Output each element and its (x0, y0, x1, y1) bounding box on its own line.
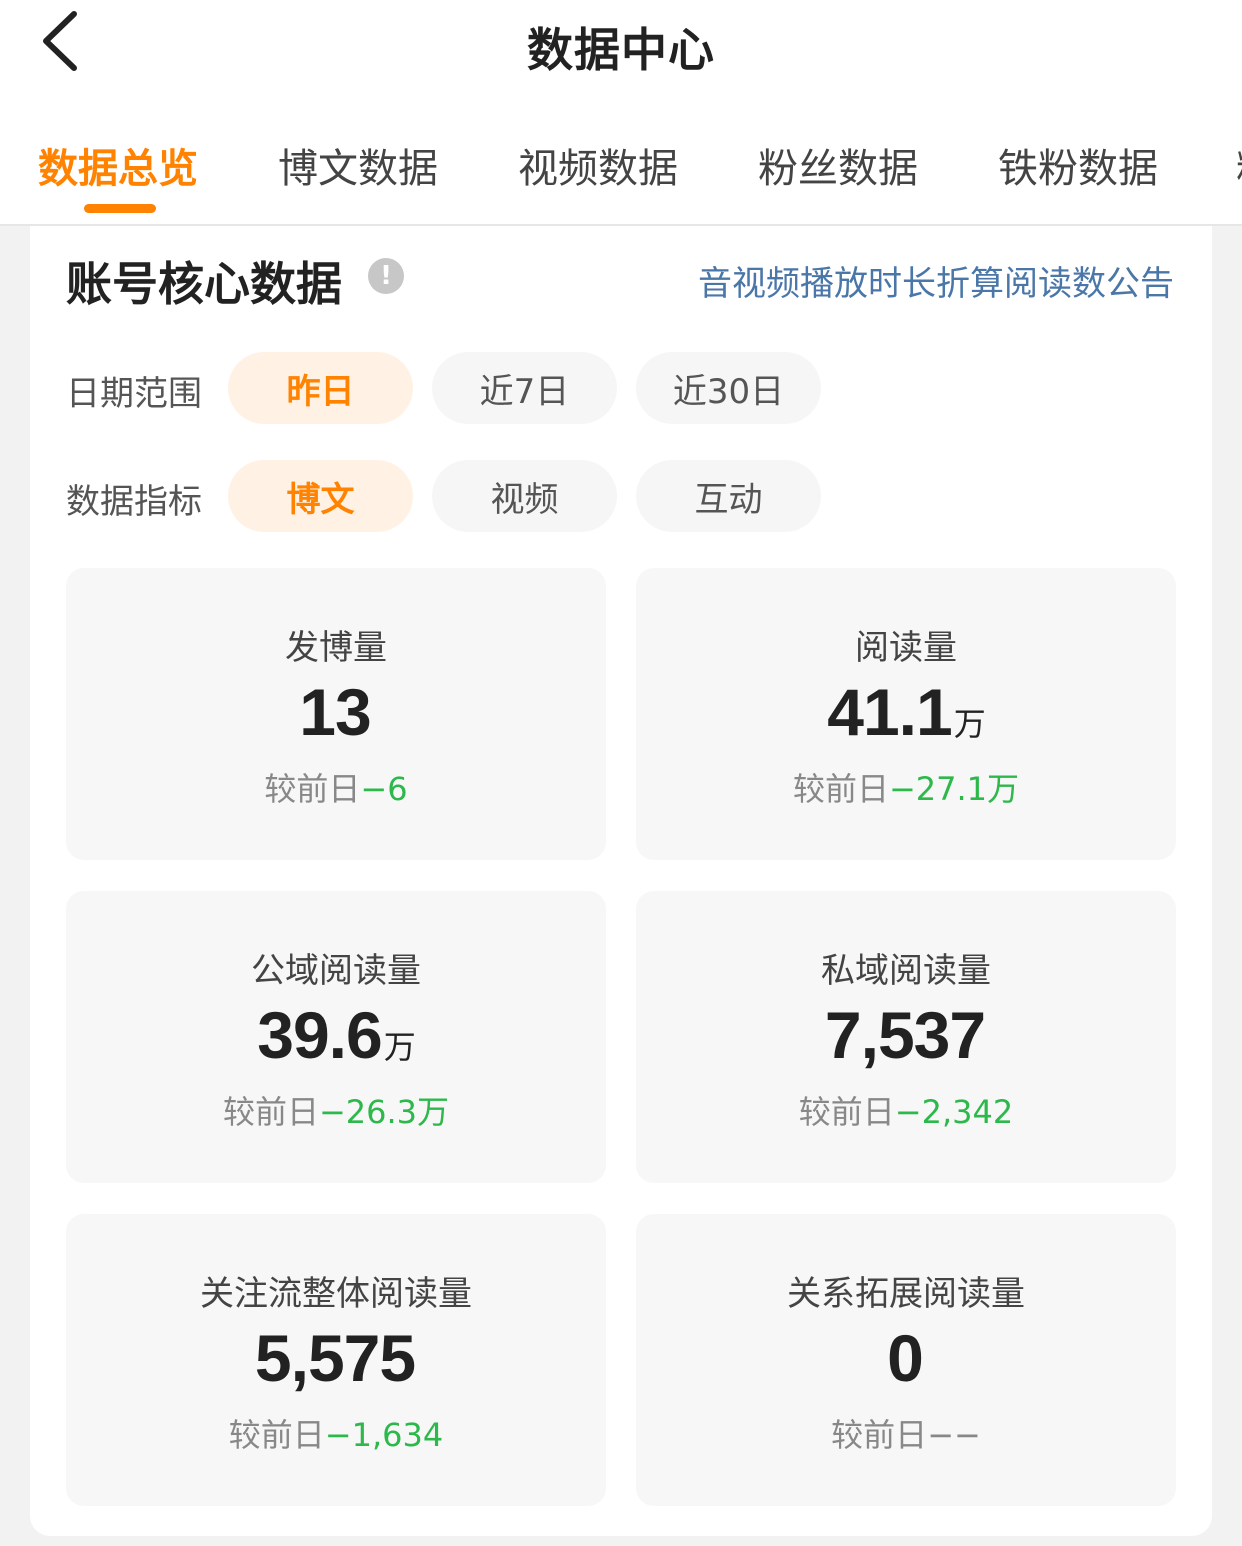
stat-card-private-reads[interactable]: 私域阅读量 7,537 较前日−2,342 (636, 891, 1176, 1183)
info-icon[interactable]: ! (368, 258, 404, 294)
stat-card-relation-reads[interactable]: 关系拓展阅读量 0 较前日−− (636, 1214, 1176, 1506)
stat-card-posts[interactable]: 发博量 13 较前日−6 (66, 568, 606, 860)
metric-label: 数据指标 (66, 482, 202, 522)
metric-option-interaction[interactable]: 互动 (636, 460, 821, 532)
date-range-label: 日期范围 (66, 374, 202, 414)
active-tab-indicator (84, 204, 156, 213)
date-option-yesterday[interactable]: 昨日 (228, 352, 413, 424)
tab-bar: 数据总览 博文数据 视频数据 粉丝数据 铁粉数据 粉 (0, 130, 1242, 226)
stat-value: 0 (887, 1321, 924, 1395)
stat-label: 发博量 (285, 628, 387, 668)
page-title: 数据中心 (527, 23, 715, 77)
date-option-7days[interactable]: 近7日 (432, 352, 617, 424)
stat-card-public-reads[interactable]: 公域阅读量 39.6万 较前日−26.3万 (66, 891, 606, 1183)
stat-card-follow-feed-reads[interactable]: 关注流整体阅读量 5,575 较前日−1,634 (66, 1214, 606, 1506)
stat-label: 关系拓展阅读量 (787, 1274, 1025, 1314)
stat-compare: 较前日−1,634 (228, 1416, 444, 1454)
section-title: 账号核心数据 (66, 257, 342, 311)
stat-compare: 较前日−26.3万 (222, 1093, 450, 1131)
stat-value: 13 (299, 675, 371, 749)
stat-value: 5,575 (254, 1321, 416, 1395)
date-option-30days[interactable]: 近30日 (636, 352, 821, 424)
stat-compare: 较前日−6 (264, 770, 408, 808)
stat-compare: 较前日−27.1万 (792, 770, 1020, 808)
stat-label: 阅读量 (855, 628, 957, 668)
notice-link[interactable]: 音视频播放时长折算阅读数公告 (698, 256, 1174, 305)
stat-value: 7,537 (824, 998, 986, 1072)
tab-fans-data[interactable]: 粉丝数据 (758, 136, 918, 194)
stat-label: 关注流整体阅读量 (200, 1274, 472, 1314)
metric-option-video[interactable]: 视频 (432, 460, 617, 532)
stat-label: 公域阅读量 (251, 951, 421, 991)
tab-post-data[interactable]: 博文数据 (278, 136, 438, 194)
stat-value: 39.6万 (257, 998, 415, 1072)
top-bar: 数据中心 数据总览 博文数据 视频数据 粉丝数据 铁粉数据 粉 (0, 0, 1242, 226)
tab-overview[interactable]: 数据总览 (38, 136, 198, 194)
tab-video-data[interactable]: 视频数据 (518, 136, 678, 194)
stat-card-reads[interactable]: 阅读量 41.1万 较前日−27.1万 (636, 568, 1176, 860)
metric-option-post[interactable]: 博文 (228, 460, 413, 532)
stat-compare: 较前日−2,342 (798, 1093, 1014, 1131)
tab-iron-fans-data[interactable]: 铁粉数据 (998, 136, 1158, 194)
stat-label: 私域阅读量 (821, 951, 991, 991)
stat-value: 41.1万 (827, 675, 985, 749)
stat-compare: 较前日−− (831, 1416, 981, 1454)
core-data-card: 账号核心数据 ! 音视频播放时长折算阅读数公告 日期范围 昨日 近7日 近30日… (30, 226, 1212, 1536)
tab-more[interactable]: 粉 (1236, 136, 1242, 194)
